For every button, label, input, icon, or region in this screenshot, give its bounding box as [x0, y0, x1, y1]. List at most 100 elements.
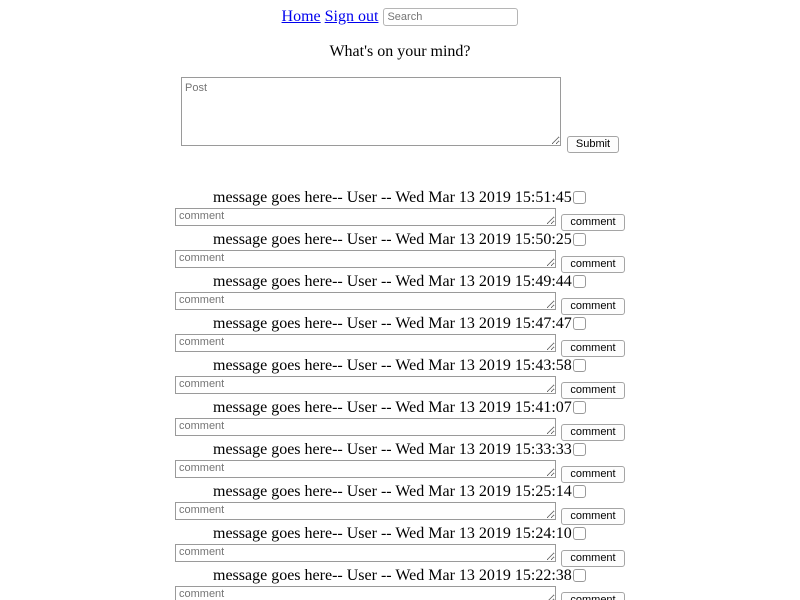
message-text: message goes here: [213, 189, 333, 206]
message-user: User: [346, 315, 377, 332]
message-line: message goes here-- User -- Wed Mar 13 2…: [213, 483, 572, 501]
message-text: message goes here: [213, 231, 333, 248]
comment-button[interactable]: comment: [561, 466, 625, 483]
message-checkbox[interactable]: [573, 191, 586, 204]
separator: --: [376, 357, 396, 374]
separator: --: [332, 315, 347, 332]
separator: --: [376, 315, 396, 332]
message-user: User: [346, 357, 377, 374]
comment-textarea[interactable]: [175, 544, 556, 562]
feed-item: message goes here-- User -- Wed Mar 13 2…: [0, 441, 800, 483]
separator: --: [332, 189, 347, 206]
message-user: User: [346, 399, 377, 416]
message-checkbox[interactable]: [573, 275, 586, 288]
feed-item: message goes here-- User -- Wed Mar 13 2…: [0, 231, 800, 273]
home-link[interactable]: Home: [282, 8, 321, 25]
feed-item: message goes here-- User -- Wed Mar 13 2…: [0, 567, 800, 600]
separator: --: [332, 273, 347, 290]
message-timestamp: Wed Mar 13 2019 15:33:33: [395, 441, 572, 458]
message-user: User: [346, 273, 377, 290]
message-timestamp: Wed Mar 13 2019 15:24:10: [395, 525, 572, 542]
message-line: message goes here-- User -- Wed Mar 13 2…: [213, 567, 572, 585]
feed-item: message goes here-- User -- Wed Mar 13 2…: [0, 189, 800, 231]
comment-textarea[interactable]: [175, 376, 556, 394]
comment-button[interactable]: comment: [561, 256, 625, 273]
message-timestamp: Wed Mar 13 2019 15:51:45: [395, 189, 572, 206]
composer-prompt: What's on your mind?: [329, 43, 471, 60]
comment-button[interactable]: comment: [561, 550, 625, 567]
post-textarea[interactable]: [181, 77, 561, 146]
message-timestamp: Wed Mar 13 2019 15:22:38: [395, 567, 572, 584]
comment-textarea[interactable]: [175, 292, 556, 310]
message-user: User: [346, 441, 377, 458]
comment-button[interactable]: comment: [561, 424, 625, 441]
separator: --: [332, 357, 347, 374]
message-user: User: [346, 231, 377, 248]
message-checkbox[interactable]: [573, 527, 586, 540]
message-text: message goes here: [213, 399, 333, 416]
page: Home Sign out What's on your mind? Submi…: [0, 0, 800, 600]
separator: --: [376, 231, 396, 248]
comment-button[interactable]: comment: [561, 340, 625, 357]
separator: --: [376, 525, 396, 542]
comment-textarea[interactable]: [175, 250, 556, 268]
message-timestamp: Wed Mar 13 2019 15:47:47: [395, 315, 572, 332]
sign-out-link[interactable]: Sign out: [325, 8, 379, 25]
message-timestamp: Wed Mar 13 2019 15:43:58: [395, 357, 572, 374]
separator: --: [332, 231, 347, 248]
feed-item: message goes here-- User -- Wed Mar 13 2…: [0, 525, 800, 567]
comment-button[interactable]: comment: [561, 508, 625, 525]
separator: --: [376, 567, 396, 584]
message-line: message goes here-- User -- Wed Mar 13 2…: [213, 525, 572, 543]
comment-textarea[interactable]: [175, 460, 556, 478]
message-checkbox[interactable]: [573, 359, 586, 372]
message-text: message goes here: [213, 273, 333, 290]
message-line: message goes here-- User -- Wed Mar 13 2…: [213, 357, 572, 375]
comment-textarea[interactable]: [175, 586, 556, 600]
comment-button[interactable]: comment: [561, 592, 625, 600]
feed-item: message goes here-- User -- Wed Mar 13 2…: [0, 357, 800, 399]
message-checkbox[interactable]: [573, 317, 586, 330]
feed-item: message goes here-- User -- Wed Mar 13 2…: [0, 315, 800, 357]
message-user: User: [346, 189, 377, 206]
separator: --: [332, 399, 347, 416]
message-line: message goes here-- User -- Wed Mar 13 2…: [213, 441, 572, 459]
message-text: message goes here: [213, 483, 333, 500]
separator: --: [332, 567, 347, 584]
message-line: message goes here-- User -- Wed Mar 13 2…: [213, 189, 572, 207]
message-user: User: [346, 483, 377, 500]
separator: --: [376, 441, 396, 458]
feed-item: message goes here-- User -- Wed Mar 13 2…: [0, 399, 800, 441]
message-checkbox[interactable]: [573, 401, 586, 414]
message-text: message goes here: [213, 525, 333, 542]
message-checkbox[interactable]: [573, 443, 586, 456]
separator: --: [376, 483, 396, 500]
message-user: User: [346, 567, 377, 584]
comment-textarea[interactable]: [175, 502, 556, 520]
message-checkbox[interactable]: [573, 233, 586, 246]
comment-textarea[interactable]: [175, 334, 556, 352]
message-text: message goes here: [213, 567, 333, 584]
message-checkbox[interactable]: [573, 485, 586, 498]
comment-button[interactable]: comment: [561, 214, 625, 231]
message-text: message goes here: [213, 315, 333, 332]
submit-button[interactable]: Submit: [567, 136, 619, 153]
message-timestamp: Wed Mar 13 2019 15:25:14: [395, 483, 572, 500]
separator: --: [332, 441, 347, 458]
separator: --: [332, 525, 347, 542]
feed-item: message goes here-- User -- Wed Mar 13 2…: [0, 483, 800, 525]
message-checkbox[interactable]: [573, 569, 586, 582]
comment-button[interactable]: comment: [561, 382, 625, 399]
search-input[interactable]: [383, 8, 519, 26]
message-timestamp: Wed Mar 13 2019 15:50:25: [395, 231, 572, 248]
comment-textarea[interactable]: [175, 418, 556, 436]
message-line: message goes here-- User -- Wed Mar 13 2…: [213, 315, 572, 333]
message-line: message goes here-- User -- Wed Mar 13 2…: [213, 273, 572, 291]
message-timestamp: Wed Mar 13 2019 15:41:07: [395, 399, 572, 416]
feed-item: message goes here-- User -- Wed Mar 13 2…: [0, 273, 800, 315]
comment-button[interactable]: comment: [561, 298, 625, 315]
top-nav: Home Sign out: [0, 7, 800, 27]
comment-textarea[interactable]: [175, 208, 556, 226]
message-text: message goes here: [213, 441, 333, 458]
message-timestamp: Wed Mar 13 2019 15:49:44: [395, 273, 572, 290]
